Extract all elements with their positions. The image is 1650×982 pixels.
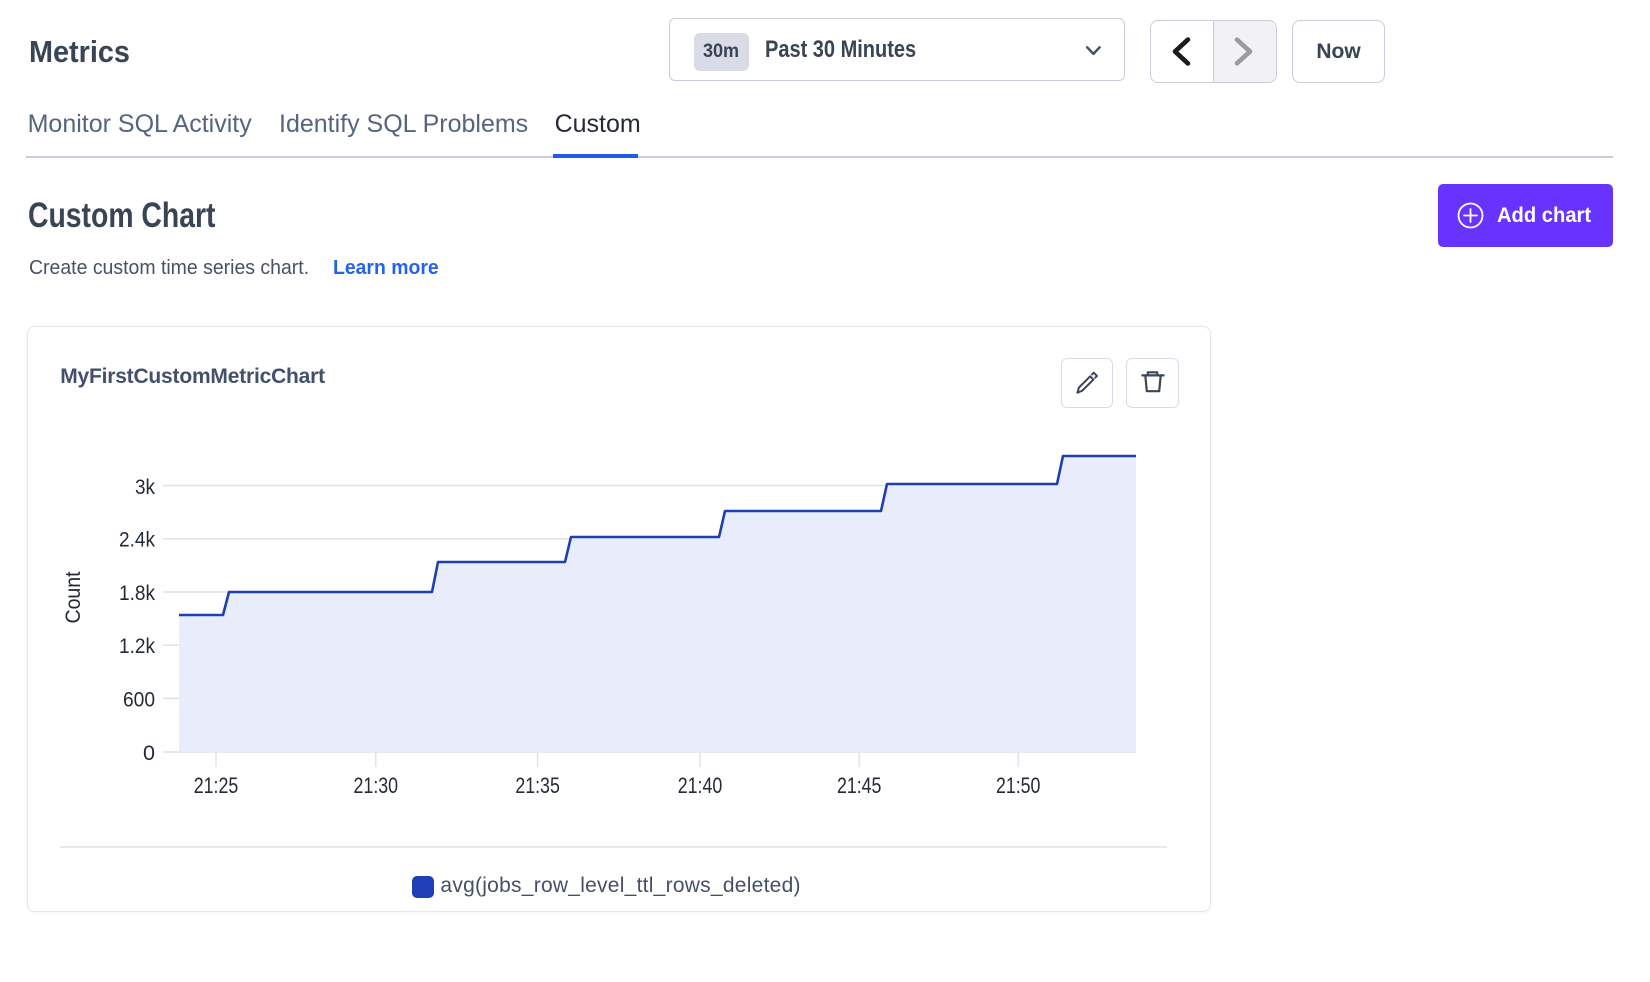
svg-text:21:35: 21:35	[515, 773, 560, 798]
svg-text:21:45: 21:45	[837, 773, 882, 798]
svg-text:21:50: 21:50	[996, 773, 1041, 798]
svg-text:2.4k: 2.4k	[119, 529, 155, 552]
svg-text:21:40: 21:40	[678, 773, 723, 798]
svg-text:21:25: 21:25	[194, 773, 239, 798]
svg-text:21:30: 21:30	[354, 773, 399, 798]
svg-text:600: 600	[123, 688, 155, 711]
svg-text:3k: 3k	[135, 476, 155, 499]
svg-text:0: 0	[143, 742, 155, 765]
svg-text:1.2k: 1.2k	[119, 635, 155, 658]
svg-text:Count: Count	[62, 571, 85, 623]
svg-text:1.8k: 1.8k	[119, 582, 155, 605]
